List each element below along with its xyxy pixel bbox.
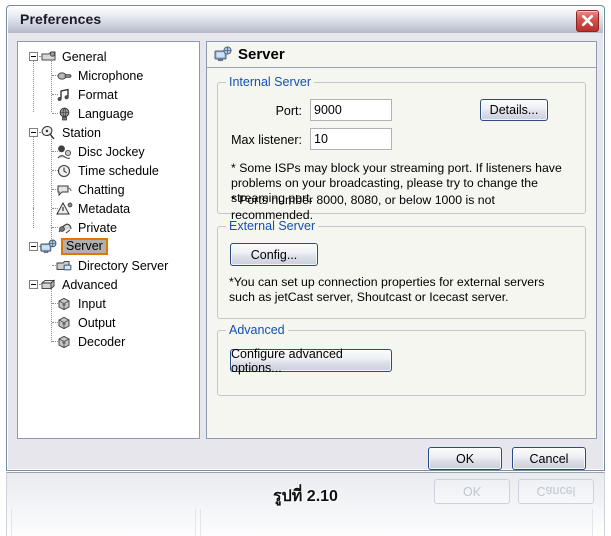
tree-item-input[interactable]: Input xyxy=(18,294,199,313)
tree-item-station[interactable]: Station xyxy=(18,123,199,142)
tree-item-label: Language xyxy=(78,106,134,121)
external-server-legend: External Server xyxy=(226,219,319,233)
disc-jockey-icon xyxy=(56,144,73,160)
tree-item-label: Private xyxy=(78,220,117,235)
tree-item-server[interactable]: Server xyxy=(18,237,199,256)
tree-item-language[interactable]: Language xyxy=(18,104,199,123)
format-note-icon xyxy=(56,87,73,103)
external-server-group: External Server Config... *You can set u… xyxy=(217,219,586,319)
max-listener-label: Max listener: xyxy=(231,133,302,147)
advanced-group: Advanced Configure advanced options... xyxy=(217,323,586,396)
server-monitor-icon xyxy=(40,239,57,255)
server-monitor-icon xyxy=(214,46,232,63)
tree-item-directory-server[interactable]: Directory Server xyxy=(18,256,199,275)
tree-item-label: Microphone xyxy=(78,68,144,83)
tree-item-private[interactable]: Private xyxy=(18,218,199,237)
microphone-icon xyxy=(56,68,73,84)
ghost-cancel-button: Cancel xyxy=(518,479,594,504)
preferences-tree[interactable]: General Microphone Format Language Station Di… xyxy=(17,41,200,439)
configure-advanced-options-button[interactable]: Configure advanced options... xyxy=(230,347,392,375)
tree-expander-icon[interactable] xyxy=(29,280,38,289)
language-globe-icon xyxy=(56,106,73,122)
ghost-content-panel xyxy=(200,509,593,536)
tree-item-label: Decoder xyxy=(78,334,126,349)
details-button[interactable]: Details... xyxy=(480,99,548,121)
close-icon[interactable] xyxy=(576,10,599,32)
server-settings-panel: Server Internal Server Port: Max listene… xyxy=(206,41,597,439)
ghost-ok-button: OK xyxy=(434,479,510,504)
panel-title: Server xyxy=(238,46,285,63)
tree-item-label: Disc Jockey xyxy=(78,144,145,159)
ok-button[interactable]: OK xyxy=(428,447,502,470)
ghost-tree-panel xyxy=(11,509,196,536)
chat-icon xyxy=(56,182,73,198)
port-label: Port: xyxy=(275,104,302,118)
tree-item-format[interactable]: Format xyxy=(18,85,199,104)
tree-item-label: Metadata xyxy=(78,201,131,216)
tree-expander-icon[interactable] xyxy=(29,52,38,61)
private-lock-icon xyxy=(56,220,73,236)
clock-icon xyxy=(56,163,73,179)
tree-item-advanced[interactable]: Advanced xyxy=(18,275,199,294)
tree-expander-icon[interactable] xyxy=(29,242,38,251)
cancel-button[interactable]: Cancel xyxy=(512,447,586,470)
window-title: Preferences xyxy=(20,11,102,27)
tree-item-label: Server xyxy=(61,238,108,255)
tree-item-disc-jockey[interactable]: Disc Jockey xyxy=(18,142,199,161)
output-cube-icon xyxy=(56,315,73,331)
tree-item-time-schedule[interactable]: Time schedule xyxy=(18,161,199,180)
tree-expander-icon[interactable] xyxy=(29,128,38,137)
dialog-reflection: OK Cancel xyxy=(6,472,605,536)
tree-item-metadata[interactable]: Metadata xyxy=(18,199,199,218)
general-icon xyxy=(40,49,57,65)
port-input[interactable] xyxy=(310,99,392,121)
tree-item-label: Advanced xyxy=(62,277,118,292)
internal-server-group: Internal Server Port: Max listener: Deta… xyxy=(217,75,586,222)
tree-item-label: General xyxy=(62,49,107,64)
tree-item-label: Chatting xyxy=(78,182,125,197)
external-note: *You can set up connection properties fo… xyxy=(229,275,545,304)
tree-item-label: Format xyxy=(78,87,118,102)
directory-server-icon xyxy=(56,258,73,274)
input-cube-icon xyxy=(56,296,73,312)
tree-item-label: Directory Server xyxy=(78,258,169,273)
internal-server-legend: Internal Server xyxy=(226,75,314,89)
screenshot-root: OK Cancel Preferences General Microphone… xyxy=(0,0,611,536)
tree-item-output[interactable]: Output xyxy=(18,313,199,332)
preferences-dialog: Preferences General Microphone Format Langu… xyxy=(6,5,605,471)
tree-item-label: Time schedule xyxy=(78,163,159,178)
tree-item-label: Input xyxy=(78,296,106,311)
panel-header: Server xyxy=(207,42,596,68)
config-button[interactable]: Config... xyxy=(230,243,318,266)
tree-item-decoder[interactable]: Decoder xyxy=(18,332,199,351)
advanced-box-icon xyxy=(40,277,57,293)
advanced-legend: Advanced xyxy=(226,323,288,337)
tree-item-general[interactable]: General xyxy=(18,47,199,66)
tree-item-label: Station xyxy=(62,125,101,140)
decoder-cube-icon xyxy=(56,334,73,350)
tree-item-chatting[interactable]: Chatting xyxy=(18,180,199,199)
max-listener-input[interactable] xyxy=(310,128,392,150)
tree-item-microphone[interactable]: Microphone xyxy=(18,66,199,85)
tree-item-label: Output xyxy=(78,315,116,330)
title-bar: Preferences xyxy=(8,7,603,33)
metadata-tag-icon xyxy=(56,201,73,217)
station-antenna-icon xyxy=(40,125,57,141)
